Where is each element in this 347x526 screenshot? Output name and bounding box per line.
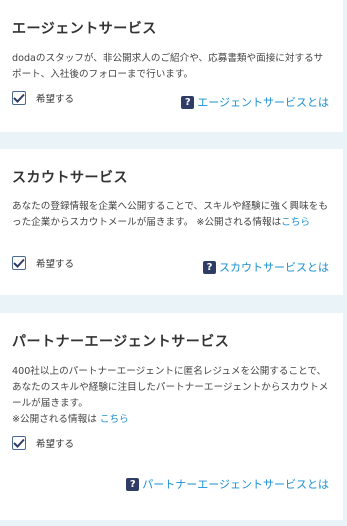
checkbox-box[interactable] <box>12 436 26 450</box>
scout-service-checkbox[interactable]: 希望する <box>12 256 74 270</box>
agent-service-card: エージェントサービス dodaのスタッフが、非公開求人のご紹介や、応募書類や面接… <box>0 0 343 132</box>
partner-service-title: パートナーエージェントサービス <box>12 334 230 350</box>
checkbox-label: 希望する <box>36 259 75 270</box>
scout-service-help-link[interactable]: ? スカウトサービスとは <box>203 259 329 275</box>
help-link-label: スカウトサービスとは <box>219 261 329 274</box>
agent-service-title: エージェントサービス <box>12 21 157 37</box>
agent-service-description: dodaのスタッフが、非公開求人のご紹介や、応募書類や面接に対するサポート、入社… <box>12 53 324 80</box>
help-link-label: パートナーエージェントサービスとは <box>142 478 329 491</box>
agent-service-checkbox[interactable]: 希望する <box>12 91 74 105</box>
partner-service-help-link[interactable]: ? パートナーエージェントサービスとは <box>126 476 329 492</box>
partner-service-checkbox[interactable]: 希望する <box>12 436 74 450</box>
help-link-label: エージェントサービスとは <box>197 96 329 109</box>
scout-public-info-link[interactable]: こちら <box>281 217 310 228</box>
service-settings: エージェントサービス dodaのスタッフが、非公開求人のご紹介や、応募書類や面接… <box>0 0 347 526</box>
partner-public-info-link[interactable]: こちら <box>100 414 129 425</box>
scout-service-description: あなたの登録情報を企業へ公開することで、スキルや経験に強く興味をもった企業からス… <box>12 199 330 231</box>
scout-service-title: スカウトサービス <box>12 170 128 186</box>
checkmark-icon <box>13 258 25 268</box>
checkbox-label: 希望する <box>36 94 75 105</box>
checkbox-box[interactable] <box>12 91 26 105</box>
checkbox-box[interactable] <box>12 256 26 270</box>
checkmark-icon <box>13 438 25 448</box>
agent-service-help-link[interactable]: ? エージェントサービスとは <box>181 94 329 110</box>
partner-agent-service-card: パートナーエージェントサービス 400社以上のパートナーエージェントに匿名レジュ… <box>0 313 343 520</box>
partner-description-text: 400社以上のパートナーエージェントに匿名レジュメを公開することで、あなたのスキ… <box>12 366 329 409</box>
help-icon: ? <box>181 95 195 109</box>
checkbox-label: 希望する <box>36 439 75 450</box>
scout-service-card: スカウトサービス あなたの登録情報を企業へ公開することで、スキルや経験に強く興味… <box>0 149 343 295</box>
checkmark-icon <box>13 93 25 103</box>
help-icon: ? <box>203 260 216 274</box>
partner-note-text: ※公開される情報は <box>12 414 97 425</box>
help-icon: ? <box>126 477 140 491</box>
partner-service-description: 400社以上のパートナーエージェントに匿名レジュメを公開することで、あなたのスキ… <box>12 364 330 428</box>
